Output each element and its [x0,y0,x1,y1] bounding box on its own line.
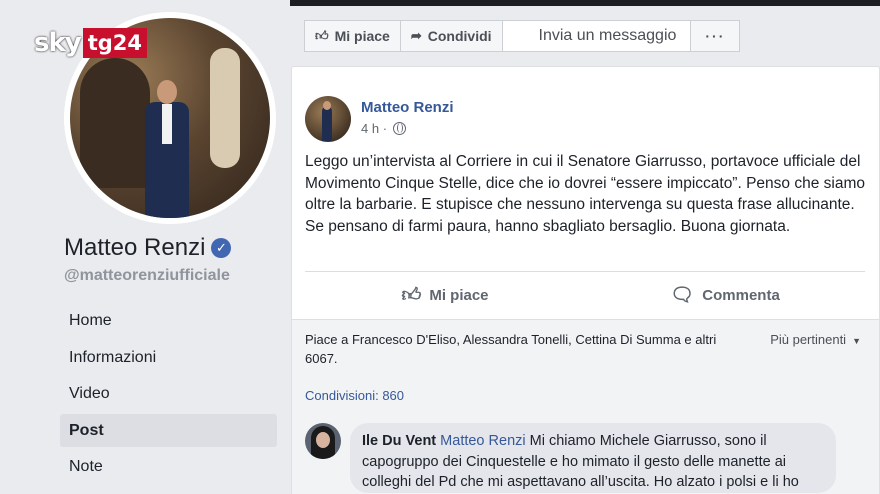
commenter-name[interactable]: Ile Du Vent [362,433,436,449]
verified-check-icon: ✓ [211,238,232,258]
post-timestamp[interactable]: 4 h [361,121,379,136]
more-options-button[interactable]: ··· [690,20,741,52]
nav-item-home[interactable]: Home [60,304,277,337]
comment-mention[interactable]: Matteo Renzi [440,433,525,449]
share-label: Condividi [427,28,492,44]
page-nav: Home Informazioni Video Post Note [60,304,277,487]
comment-button[interactable]: 🗨︎ Commenta [585,273,865,317]
sort-label: Più pertinenti [770,332,847,347]
thumbs-up-icon: 👍︎ [315,28,329,43]
page-like-button[interactable]: 👍︎ Mi piace [304,20,401,52]
thumbs-up-outline-icon: 👍︎ [401,284,422,306]
comments-section: Ile Du Vent Matteo Renzi Mi chiamo Miche… [292,407,879,494]
likes-summary: Piace a Francesco D'Eliso, Alessandra To… [292,319,879,375]
globe-icon [393,122,407,135]
left-column: sky tg24 Matteo Renzi ✓ @matteorenziuffi… [0,0,290,494]
send-message-button[interactable]: Invia un messaggio [501,20,692,52]
page-like-label: Mi piace [334,28,390,44]
nav-item-video[interactable]: Video [60,377,277,410]
page-title: Matteo Renzi ✓ [64,234,232,262]
share-arrow-icon: ➦ [410,28,422,43]
post-like-label: Mi piace [429,286,489,304]
logo-sky: sky [34,28,82,58]
nav-item-note[interactable]: Note [60,450,277,483]
nav-item-post[interactable]: Post [60,413,277,447]
post-author-avatar[interactable] [305,96,351,142]
logo-tg24: tg24 [82,28,148,58]
divider [305,271,865,272]
share-button[interactable]: ➦ Condividi [399,20,503,52]
shares-count[interactable]: Condivisioni: 860 [305,388,404,403]
commenter-avatar[interactable] [305,423,341,459]
post-meta: 4 h · [361,121,407,136]
nav-item-informazioni[interactable]: Informazioni [60,341,277,374]
skytg24-logo: sky tg24 [34,28,148,58]
likes-text[interactable]: Piace a Francesco D'Eliso, Alessandra To… [305,330,745,368]
comment-label: Commenta [702,286,780,304]
post-card: Matteo Renzi 4 h · Leggo un’intervista a… [291,66,880,494]
post-text: Leggo un’intervista al Corriere in cui i… [305,153,865,235]
post-like-button[interactable]: 👍︎ Mi piace [305,273,585,317]
top-strip [290,0,880,6]
page-action-bar: 👍︎ Mi piace ➦ Condividi Invia un messagg… [304,20,741,52]
page-handle[interactable]: @matteorenziufficiale [64,267,230,285]
comment-bubble: Ile Du Vent Matteo Renzi Mi chiamo Miche… [350,423,836,493]
post-author[interactable]: Matteo Renzi [361,99,454,116]
comment-bubble-icon: 🗨︎ [670,285,695,306]
page-name: Matteo Renzi [64,234,206,261]
caret-down-icon: ▼ [852,336,861,346]
reaction-bar: 👍︎ Mi piace 🗨︎ Commenta [305,273,865,317]
sort-comments-dropdown[interactable]: Più pertinenti ▼ [770,332,861,347]
